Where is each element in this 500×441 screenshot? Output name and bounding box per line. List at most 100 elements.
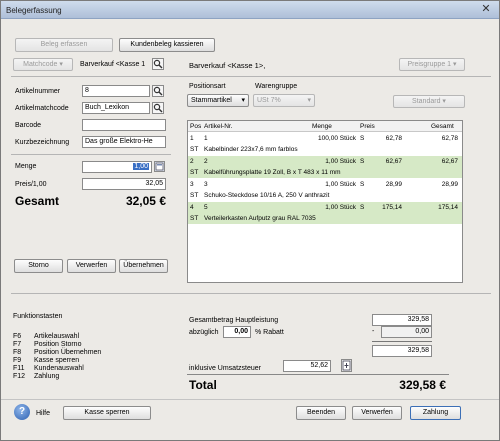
divider xyxy=(1,399,499,400)
positionsart-value: Stammartikel xyxy=(191,97,232,104)
cell-menge: 1,00 Stück xyxy=(325,204,356,211)
preis-input[interactable]: 32,05 xyxy=(82,178,166,190)
shortcut-key: F6 xyxy=(13,333,22,340)
warengruppe-dropdown[interactable]: USt 7% ▾ xyxy=(253,94,315,107)
divider xyxy=(11,76,491,77)
cell-description: Verteilerkasten Aufputz grau RAL 7035 xyxy=(204,215,316,222)
menge-value: 1,00 xyxy=(133,163,149,170)
warengruppe-label: Warengruppe xyxy=(255,83,298,90)
positions-table[interactable]: Pos Artikel-Nr. Menge Preis Gesamt 1 1 1… xyxy=(187,120,463,283)
divider xyxy=(11,293,491,294)
window-title: Belegerfassung xyxy=(6,6,62,15)
close-icon[interactable]: ✕ xyxy=(479,4,493,16)
cell-menge: 1,00 Stück xyxy=(325,181,356,188)
cell-st: ST xyxy=(190,192,199,199)
cell-s: S xyxy=(360,135,365,142)
chevron-down-icon: ▾ xyxy=(307,97,311,104)
positionsart-dropdown[interactable]: Stammartikel ▾ xyxy=(187,94,249,107)
verwerfen-bottom-button[interactable]: Verwerfen xyxy=(352,406,402,420)
hauptleistung-label: Gesamtbetrag Hauptleistung xyxy=(189,317,279,324)
menge-input[interactable]: 1,00 xyxy=(82,161,152,173)
shortcut-item: F6 Artikelauswahl xyxy=(13,333,163,341)
beleg-erfassen-button[interactable]: Beleg erfassen xyxy=(15,38,113,52)
cell-preis: 62,67 xyxy=(385,158,402,165)
shortcut-item: F12 Zahlung xyxy=(13,373,163,381)
cell-s: S xyxy=(360,204,365,211)
preisgruppe-dropdown[interactable]: Preisgruppe 1 ▾ xyxy=(399,58,465,71)
table-row[interactable]: 4 5 1,00 Stück S 175,14 175,14 xyxy=(188,202,462,213)
shortcut-label: Kundenauswahl xyxy=(34,365,84,372)
cell-artikel-nr: 5 xyxy=(204,204,208,211)
total-line xyxy=(187,374,449,375)
shortcut-label: Zahlung xyxy=(34,373,60,380)
shortcut-item: F11 Kundenauswahl xyxy=(13,365,163,373)
table-row-description[interactable]: ST Verteilerkasten Aufputz grau RAL 7035 xyxy=(188,213,462,224)
hilfe-label[interactable]: Hilfe xyxy=(36,410,50,417)
cell-menge: 1,00 Stück xyxy=(325,158,356,165)
kasse-sperren-button[interactable]: Kasse sperren xyxy=(63,406,151,420)
rabatt-value: 0,00 xyxy=(381,326,432,338)
search-icon[interactable] xyxy=(152,102,164,114)
column-header-pos: Pos xyxy=(190,123,202,130)
chevron-down-icon: ▾ xyxy=(442,98,446,105)
artikelnummer-label: Artikelnummer xyxy=(15,88,61,95)
total-value: 329,58 € xyxy=(399,378,446,392)
ust-value: 52,62 xyxy=(283,360,331,372)
title-bar: Belegerfassung xyxy=(1,1,499,19)
rabatt-percent-input[interactable]: 0,00 xyxy=(223,326,251,338)
kurzbezeichnung-input[interactable]: Das große Elektro-He xyxy=(82,136,166,148)
cell-pos: 4 xyxy=(190,204,194,211)
cell-gesamt: 62,67 xyxy=(441,158,458,165)
artikelmatchcode-input[interactable]: Buch_Lexikon xyxy=(82,102,150,114)
calculator-icon[interactable] xyxy=(154,161,165,172)
warengruppe-value: USt 7% xyxy=(257,97,281,104)
storno-button[interactable]: Storno xyxy=(14,259,63,273)
total-label: Total xyxy=(189,378,217,392)
help-icon[interactable]: ? xyxy=(14,404,30,420)
cell-artikel-nr: 1 xyxy=(204,135,208,142)
funktionstasten-title: Funktionstasten xyxy=(13,313,63,320)
kurzbezeichnung-label: Kurzbezeichnung xyxy=(15,139,70,146)
matchcode-dropdown[interactable]: Matchcode ▾ xyxy=(13,58,73,71)
shortcut-label: Position Übernehmen xyxy=(34,349,102,356)
search-icon[interactable] xyxy=(152,85,164,97)
artikelmatchcode-label: Artikelmatchcode xyxy=(15,105,69,112)
artikelnummer-input[interactable]: 8 xyxy=(82,85,150,97)
belegerfassung-window: Belegerfassung ✕ Beleg erfassen Kundenbe… xyxy=(0,0,500,441)
abzueglich-label: abzüglich xyxy=(189,329,219,336)
beenden-button[interactable]: Beenden xyxy=(296,406,346,420)
tax-detail-icon[interactable] xyxy=(341,359,352,372)
table-row[interactable]: 3 3 1,00 Stück S 28,99 28,99 xyxy=(188,179,462,190)
zahlung-button[interactable]: Zahlung xyxy=(410,406,461,420)
subtotal-value: 329,58 xyxy=(372,345,432,357)
gesamt-label: Gesamt xyxy=(15,194,60,208)
column-header-artikel-nr: Artikel-Nr. xyxy=(204,123,233,130)
standard-dropdown[interactable]: Standard ▾ xyxy=(393,95,465,108)
table-row-description[interactable]: ST Kabelführungsplatte 19 Zoll, B x T 48… xyxy=(188,167,462,178)
ust-label: inklusive Umsatzsteuer xyxy=(189,365,261,372)
cell-description: Kabelbinder 223x7,6 mm farblos xyxy=(204,146,298,153)
table-row[interactable]: 1 1 100,00 Stück S 62,78 62,78 xyxy=(188,133,462,144)
kundenbeleg-kassieren-button[interactable]: Kundenbeleg kassieren xyxy=(119,38,215,52)
gesamt-value: 32,05 € xyxy=(125,194,166,208)
uebernehmen-button[interactable]: Übernehmen xyxy=(119,259,168,273)
verwerfen-button[interactable]: Verwerfen xyxy=(67,259,116,273)
table-row-description[interactable]: ST Schuko-Steckdose 10/16 A, 250 V anthr… xyxy=(188,190,462,201)
cell-preis: 28,99 xyxy=(385,181,402,188)
cell-pos: 3 xyxy=(190,181,194,188)
table-row-description[interactable]: ST Kabelbinder 223x7,6 mm farblos xyxy=(188,144,462,155)
cell-gesamt: 175,14 xyxy=(438,204,458,211)
subtotal-line xyxy=(372,341,432,342)
menge-label: Menge xyxy=(15,163,37,170)
kasse-header: Barverkauf <Kasse 1>, xyxy=(189,61,266,70)
table-row[interactable]: 2 2 1,00 Stück S 62,67 62,67 xyxy=(188,156,462,167)
hauptleistung-value: 329,58 xyxy=(372,314,432,326)
standard-label: Standard xyxy=(412,98,441,105)
shortcut-key: F12 xyxy=(13,373,26,380)
search-icon[interactable] xyxy=(152,58,164,70)
shortcut-key: F9 xyxy=(13,357,22,364)
shortcut-key: F8 xyxy=(13,349,22,356)
barcode-input[interactable] xyxy=(82,119,166,131)
barcode-label: Barcode xyxy=(15,122,42,129)
cell-st: ST xyxy=(190,169,199,176)
